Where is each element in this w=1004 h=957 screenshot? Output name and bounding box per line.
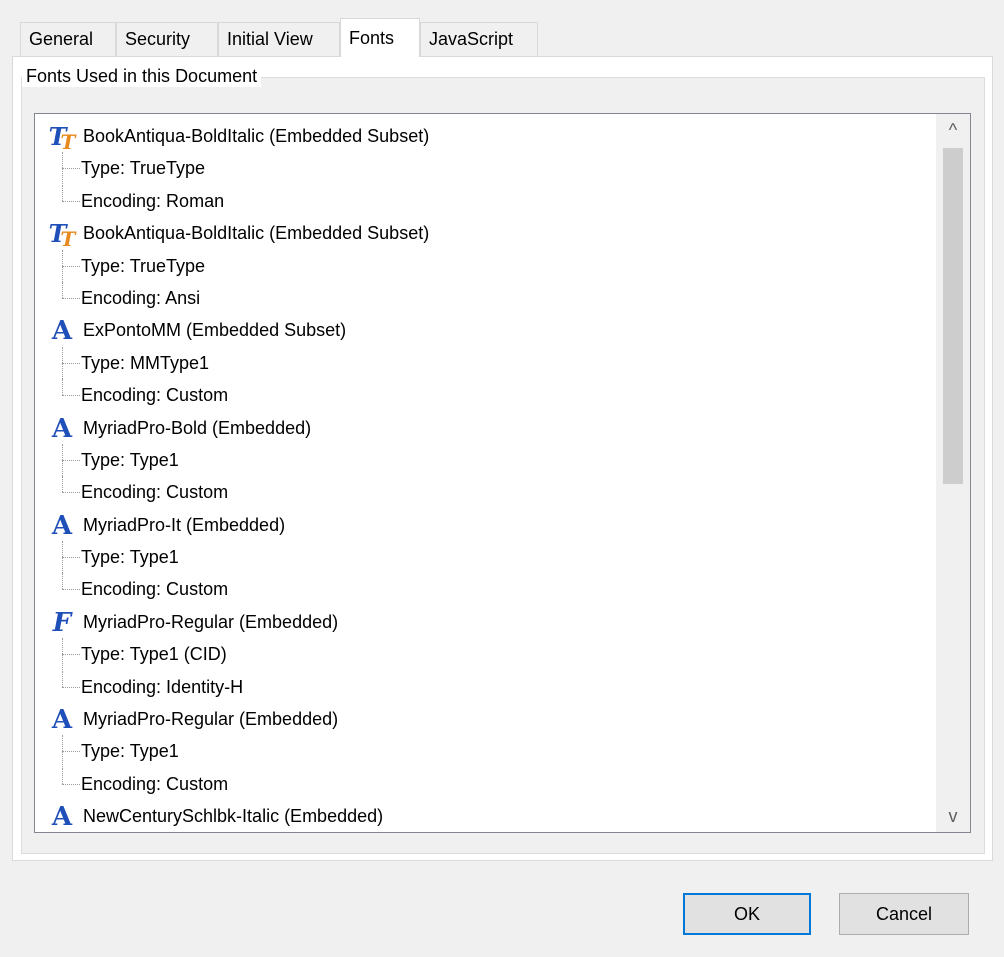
tree-connector-horizontal bbox=[62, 362, 80, 364]
font-entry[interactable]: A MyriadPro-Bold (Embedded) bbox=[47, 412, 927, 444]
font-entry[interactable]: TT BookAntiqua-BoldItalic (Embedded Subse… bbox=[47, 120, 927, 154]
type1-font-icon: A bbox=[51, 802, 73, 833]
font-name: ExPontoMM (Embedded Subset) bbox=[83, 320, 347, 341]
tree-connector-horizontal bbox=[62, 265, 80, 267]
font-name: BookAntiqua-BoldItalic (Embedded Subset) bbox=[83, 126, 430, 146]
cancel-button[interactable]: Cancel bbox=[839, 893, 969, 935]
tab-initial-view[interactable]: Initial View bbox=[218, 22, 340, 56]
font-type-label: Type: Type1 bbox=[81, 741, 179, 762]
tree-connector-vertical bbox=[62, 767, 63, 784]
type1-font-icon: A bbox=[51, 510, 73, 541]
font-type-label: Type: TrueType bbox=[81, 255, 206, 276]
tree-connector-horizontal bbox=[62, 459, 80, 461]
font-encoding-label: Encoding: Custom bbox=[81, 773, 229, 794]
font-type-property[interactable]: Type: TrueType bbox=[47, 152, 927, 185]
font-name: NewCenturySchlbk-Italic (Embedded) bbox=[83, 806, 384, 827]
font-name: MyriadPro-Regular (Embedded) bbox=[83, 709, 339, 730]
font-type-label: Type: Type1 bbox=[81, 449, 179, 470]
tree-connector-horizontal bbox=[62, 686, 80, 688]
ok-button[interactable]: OK bbox=[683, 893, 811, 935]
tree-connector-vertical bbox=[62, 184, 63, 201]
tree-connector-horizontal bbox=[62, 589, 80, 591]
font-encoding-property[interactable]: Encoding: Custom bbox=[47, 573, 927, 605]
tree-connector-horizontal bbox=[62, 783, 80, 785]
type1-font-icon: A bbox=[51, 705, 73, 736]
scroll-thumb[interactable] bbox=[943, 148, 963, 484]
font-encoding-property[interactable]: Encoding: Custom bbox=[47, 476, 927, 508]
font-encoding-property[interactable]: Encoding: Custom bbox=[47, 379, 927, 411]
font-encoding-property[interactable]: Encoding: Roman bbox=[47, 184, 927, 217]
vertical-scrollbar[interactable]: ^ v bbox=[936, 114, 970, 832]
tab-javascript[interactable]: JavaScript bbox=[420, 22, 538, 56]
tree-connector-vertical bbox=[62, 670, 63, 687]
font-type-label: Type: Type1 (CID) bbox=[81, 644, 227, 665]
font-name: BookAntiqua-BoldItalic (Embedded Subset) bbox=[83, 223, 430, 244]
font-entry[interactable]: A MyriadPro-It (Embedded) bbox=[47, 509, 927, 541]
tree-connector-horizontal bbox=[62, 654, 80, 656]
type1-font-icon: A bbox=[51, 316, 73, 347]
font-name: MyriadPro-Bold (Embedded) bbox=[83, 417, 312, 438]
tree-connector-vertical bbox=[62, 573, 63, 590]
tree-connector-horizontal bbox=[62, 751, 80, 753]
font-type-label: Type: MMType1 bbox=[81, 352, 210, 373]
font-type-property[interactable]: Type: Type1 bbox=[47, 735, 927, 768]
font-type-property[interactable]: Type: Type1 bbox=[47, 443, 927, 476]
font-tree: TT BookAntiqua-BoldItalic (Embedded Subse… bbox=[47, 120, 927, 832]
cid-font-icon: F bbox=[52, 607, 72, 638]
tree-connector-horizontal bbox=[62, 168, 80, 170]
tree-connector-horizontal bbox=[62, 395, 80, 397]
truetype-font-icon: TT bbox=[48, 122, 76, 154]
tree-connector-horizontal bbox=[62, 492, 80, 494]
font-encoding-property[interactable]: Encoding: Ansi bbox=[47, 281, 927, 314]
font-encoding-label: Encoding: Ansi bbox=[81, 287, 201, 308]
font-type-property[interactable]: Type: TrueType bbox=[47, 249, 927, 282]
tree-connector-vertical bbox=[62, 476, 63, 493]
font-name: MyriadPro-It (Embedded) bbox=[83, 514, 286, 535]
font-type-label: Type: Type1 bbox=[81, 547, 179, 568]
font-encoding-label: Encoding: Custom bbox=[81, 482, 229, 503]
font-encoding-label: Encoding: Roman bbox=[81, 190, 225, 211]
font-name: MyriadPro-Regular (Embedded) bbox=[83, 611, 339, 632]
font-encoding-property[interactable]: Encoding: Custom bbox=[47, 767, 927, 800]
font-entry[interactable]: A ExPontoMM (Embedded Subset) bbox=[47, 314, 927, 346]
fonts-tree-list[interactable]: TT BookAntiqua-BoldItalic (Embedded Subse… bbox=[34, 113, 971, 833]
type1-font-icon: A bbox=[51, 413, 73, 444]
scroll-down-arrow-icon[interactable]: v bbox=[936, 800, 970, 832]
font-entry[interactable]: TT BookAntiqua-BoldItalic (Embedded Subse… bbox=[47, 217, 927, 252]
font-encoding-label: Encoding: Custom bbox=[81, 579, 229, 600]
tree-connector-horizontal bbox=[62, 557, 80, 559]
truetype-font-icon: TT bbox=[48, 219, 76, 252]
tree-connector-vertical bbox=[62, 379, 63, 396]
scroll-up-arrow-icon[interactable]: ^ bbox=[936, 114, 970, 146]
tab-fonts[interactable]: Fonts bbox=[340, 18, 420, 57]
font-encoding-property[interactable]: Encoding: Identity-H bbox=[47, 670, 927, 703]
tree-connector-horizontal bbox=[62, 200, 80, 202]
font-entry[interactable]: A MyriadPro-Regular (Embedded) bbox=[47, 703, 927, 735]
font-entry[interactable]: F MyriadPro-Regular (Embedded) bbox=[47, 606, 927, 638]
font-entry[interactable]: A NewCenturySchlbk-Italic (Embedded) bbox=[47, 800, 927, 832]
font-type-property[interactable]: Type: MMType1 bbox=[47, 346, 927, 379]
font-encoding-label: Encoding: Custom bbox=[81, 385, 229, 406]
font-type-property[interactable]: Type: Type1 bbox=[47, 541, 927, 574]
tab-general[interactable]: General bbox=[20, 22, 116, 56]
group-label: Fonts Used in this Document bbox=[22, 65, 262, 87]
font-encoding-label: Encoding: Identity-H bbox=[81, 676, 244, 697]
tree-connector-vertical bbox=[62, 281, 63, 298]
font-type-label: Type: TrueType bbox=[81, 158, 206, 179]
font-type-property[interactable]: Type: Type1 (CID) bbox=[47, 638, 927, 671]
tree-connector-horizontal bbox=[62, 297, 80, 299]
tab-security[interactable]: Security bbox=[116, 22, 218, 56]
